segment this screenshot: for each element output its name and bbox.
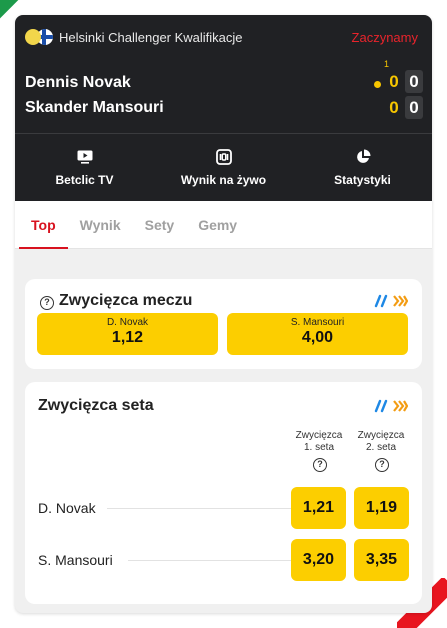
brand-icons (374, 294, 408, 308)
live-score-label: Wynik na żywo (180, 172, 267, 187)
player-1-name: Dennis Novak (25, 74, 131, 91)
odds-selection-name: S. Mansouri (290, 317, 345, 328)
betclic-tv-label: Betclic TV (55, 172, 114, 187)
player-2-games: 0 (405, 96, 423, 119)
player-1-games: 0 (405, 70, 423, 93)
live-score-button[interactable]: Wynik na żywo (154, 134, 293, 200)
odds-button-novak[interactable]: D. Novak 1,12 (37, 313, 218, 355)
betbuilder-icon (374, 294, 388, 308)
betclic-tv-button[interactable]: Betclic TV (15, 134, 154, 200)
row-divider (128, 560, 294, 561)
odds-value: 4,00 (301, 329, 334, 346)
brand-icons (374, 399, 408, 413)
odds-button-mansouri-set-1[interactable]: 3,20 (291, 539, 346, 581)
boost-arrows-icon (393, 295, 408, 307)
help-icon[interactable]: ? (313, 458, 327, 472)
match-winner-title: Zwycięzca meczu (59, 292, 193, 309)
live-score-icon (215, 148, 232, 166)
row-divider (107, 508, 294, 509)
tv-icon (77, 148, 93, 166)
scoreboard: Dennis Novak Skander Mansouri 1 0 0 0 0 (15, 59, 432, 134)
header-actions: Betclic TV Wynik na żywo Statystyki (15, 134, 432, 200)
tab-gemy[interactable]: Gemy (186, 201, 249, 248)
player-1-points: 0 (389, 72, 399, 91)
tab-wynik[interactable]: Wynik (68, 201, 133, 248)
odds-button-mansouri[interactable]: S. Mansouri 4,00 (227, 313, 408, 355)
help-icon[interactable]: ? (375, 458, 389, 472)
pie-chart-icon (355, 148, 371, 166)
match-header: Helsinki Challenger Kwalifikacje Zaczyna… (15, 15, 432, 201)
odds-selection-name: D. Novak (106, 317, 149, 328)
column-header-set-1: Zwycięzca 1. seta (295, 430, 343, 453)
odds-button-novak-set-2[interactable]: 1,19 (354, 487, 409, 529)
serve-count: 1 (383, 59, 389, 69)
set-winner-market: Zwycięzca seta Zwycięzca 1. seta Zwycięz… (25, 382, 422, 604)
odds-button-novak-set-1[interactable]: 1,21 (291, 487, 346, 529)
match-status: Zaczynamy (351, 29, 418, 45)
help-icon[interactable]: ? (40, 296, 54, 310)
betbuilder-icon (374, 399, 388, 413)
odds-button-mansouri-set-2[interactable]: 3,35 (354, 539, 409, 581)
tournament-row: Helsinki Challenger Kwalifikacje Zaczyna… (15, 15, 432, 59)
tab-top[interactable]: Top (19, 201, 68, 249)
row-player-name: D. Novak (38, 500, 96, 516)
boost-arrows-icon (393, 400, 408, 412)
market-tabs: Top Wynik Sety Gemy (15, 201, 432, 249)
serve-indicator-icon (374, 81, 381, 88)
set-winner-title: Zwycięzca seta (38, 397, 154, 414)
tab-sety[interactable]: Sety (133, 201, 187, 248)
tennis-ball-icon (25, 29, 41, 45)
statistics-button[interactable]: Statystyki (293, 134, 432, 200)
column-header-set-2: Zwycięzca 2. seta (357, 430, 405, 453)
row-player-name: S. Mansouri (38, 552, 113, 568)
tournament-name: Helsinki Challenger Kwalifikacje (59, 29, 243, 45)
match-winner-market: ? Zwycięzca meczu D. Novak 1,12 S. Manso… (25, 279, 422, 369)
player-2-name: Skander Mansouri (25, 99, 164, 116)
match-card: Helsinki Challenger Kwalifikacje Zaczyna… (15, 15, 432, 613)
odds-value: 1,12 (111, 329, 144, 346)
player-2-points: 0 (389, 98, 399, 117)
statistics-label: Statystyki (334, 172, 391, 187)
